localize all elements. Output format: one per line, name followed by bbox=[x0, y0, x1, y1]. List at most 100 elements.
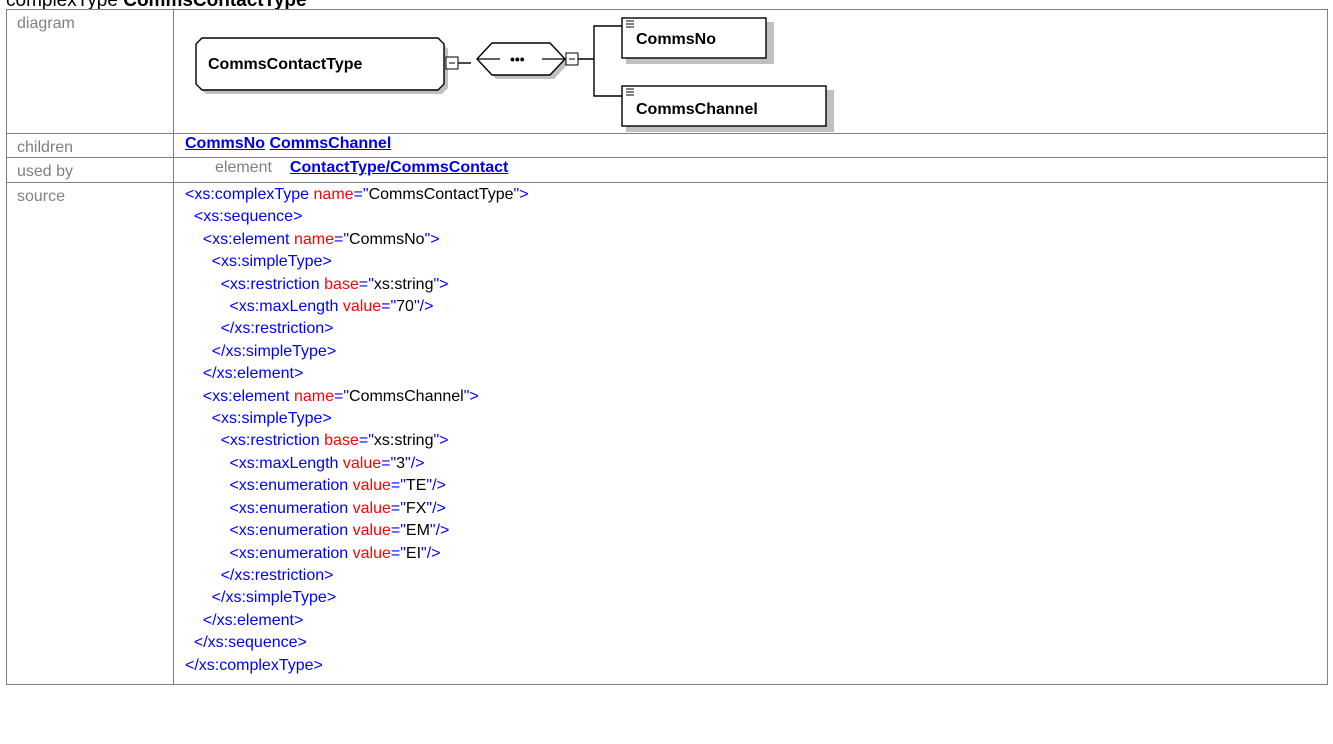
xml-punct: =" bbox=[333, 387, 350, 405]
source-line: </xs:simpleType> bbox=[185, 341, 1327, 363]
sequence-collapse-toggle[interactable] bbox=[565, 52, 579, 66]
schema-diagram-svg: CommsContactType ••• CommsNo CommsChanne… bbox=[195, 17, 834, 132]
xml-tag-close: > bbox=[293, 208, 303, 226]
source-line: </xs:element> bbox=[185, 610, 1327, 632]
source-line: <xs:element name="CommsChannel"> bbox=[185, 386, 1327, 408]
source-line: <xs:enumeration value="TE"/> bbox=[185, 475, 1327, 497]
xml-punct: =" bbox=[333, 230, 350, 248]
source-line: <xs:simpleType> bbox=[185, 408, 1327, 430]
xml-attr-value: CommsNo bbox=[349, 230, 425, 248]
source-row: source <xs:complexType name="CommsContac… bbox=[6, 182, 1328, 685]
source-line: <xs:enumeration value="EM"/> bbox=[185, 520, 1327, 542]
xml-tag-close: > bbox=[313, 656, 323, 674]
xml-attr-value: CommsContactType bbox=[368, 186, 514, 203]
xml-punct: =" bbox=[358, 432, 374, 450]
xml-punct: =" bbox=[390, 522, 406, 540]
source-line: <xs:enumeration value="EI"/> bbox=[185, 543, 1327, 565]
xml-attr-name: value bbox=[352, 499, 391, 517]
source-line: <xs:enumeration value="FX"/> bbox=[185, 498, 1327, 520]
source-code: <xs:complexType name="CommsContactType">… bbox=[185, 184, 1327, 677]
xml-attr-name: value bbox=[352, 522, 391, 540]
xml-tag: </xs:complexType bbox=[185, 656, 314, 674]
xml-tag: <xs:element bbox=[202, 230, 290, 248]
xml-tag: <xs:maxLength bbox=[229, 454, 339, 472]
xml-tag-close: > bbox=[322, 410, 332, 428]
xml-tag: </xs:simpleType bbox=[211, 589, 327, 607]
xml-attr-value: 3 bbox=[396, 454, 406, 472]
xml-punct: =" bbox=[358, 275, 374, 293]
used-by-row: used by element ContactType/CommsContact bbox=[6, 157, 1328, 183]
xml-tag-close: > bbox=[326, 342, 337, 360]
xml-tag: <xs:enumeration bbox=[229, 522, 349, 540]
xml-tag-close: /> bbox=[419, 298, 434, 316]
xml-attr-value: EI bbox=[405, 544, 422, 562]
xml-tag: </xs:simpleType bbox=[211, 342, 327, 360]
xml-attr-value: CommsChannel bbox=[349, 387, 464, 405]
used-by-label: used by bbox=[6, 157, 174, 183]
xml-tag-close: > bbox=[326, 589, 337, 607]
children-row: children CommsNo CommsChannel bbox=[6, 133, 1328, 158]
sequence-symbol: ••• bbox=[510, 51, 525, 67]
source-line: <xs:restriction base="xs:string"> bbox=[185, 430, 1327, 452]
complex-type-box[interactable]: CommsContactType bbox=[195, 37, 448, 94]
xml-attr-name: value bbox=[352, 477, 391, 495]
xml-punct: =" bbox=[390, 499, 406, 517]
schema-diagram: CommsContactType ••• CommsNo CommsChanne… bbox=[174, 10, 1327, 133]
xml-tag: <xs:sequence bbox=[193, 208, 294, 226]
xml-punct: =" bbox=[390, 477, 406, 495]
children-label: children bbox=[6, 133, 174, 158]
sequence-compositor[interactable]: ••• bbox=[476, 42, 569, 79]
xml-tag: <xs:simpleType bbox=[211, 253, 323, 271]
xml-attr-value: xs:string bbox=[373, 432, 434, 450]
xml-tag: <xs:enumeration bbox=[229, 477, 349, 495]
xml-tag: <xs:element bbox=[202, 387, 290, 405]
xml-attr-name: base bbox=[324, 432, 359, 450]
xml-punct: =" bbox=[381, 298, 397, 316]
diagram-label: diagram bbox=[6, 9, 174, 134]
source-label: source bbox=[6, 182, 174, 685]
complex-type-name: CommsContactType bbox=[208, 56, 362, 73]
xml-attr-value: xs:string bbox=[373, 275, 434, 293]
xml-tag-close: /> bbox=[432, 477, 446, 495]
xml-tag-close: > bbox=[324, 320, 334, 338]
used-by-cell: element ContactType/CommsContact bbox=[173, 157, 1328, 183]
documentation-table: diagram CommsContactType ••• CommsNo Com… bbox=[6, 9, 1328, 685]
element-box-commschannel[interactable]: CommsChannel bbox=[621, 85, 834, 132]
xml-tag: <xs:enumeration bbox=[229, 544, 349, 562]
xml-tag-close: /> bbox=[410, 454, 425, 472]
source-line: <xs:simpleType> bbox=[185, 251, 1327, 273]
xml-punct: =" bbox=[381, 454, 397, 472]
element-name-commschannel: CommsChannel bbox=[636, 101, 758, 118]
xml-tag: </xs:element bbox=[202, 611, 294, 629]
diagram-row: diagram CommsContactType ••• CommsNo Com… bbox=[6, 9, 1328, 134]
xml-attr-name: name bbox=[313, 186, 354, 203]
source-line: <xs:maxLength value="3"/> bbox=[185, 453, 1327, 475]
source-line: <xs:maxLength value="70"/> bbox=[185, 296, 1327, 318]
child-link-commschannel[interactable]: CommsChannel bbox=[269, 135, 391, 152]
xml-tag-close: > bbox=[469, 387, 479, 405]
xml-tag: <xs:complexType bbox=[185, 186, 310, 203]
element-box-commsno[interactable]: CommsNo bbox=[621, 17, 774, 64]
source-line: <xs:restriction base="xs:string"> bbox=[185, 274, 1327, 296]
element-name-commsno: CommsNo bbox=[636, 31, 716, 48]
xml-attr-name: value bbox=[342, 298, 382, 316]
child-link-commsno[interactable]: CommsNo bbox=[185, 135, 265, 152]
xml-tag-close: /> bbox=[426, 544, 441, 562]
xml-tag-close: > bbox=[297, 634, 307, 652]
used-by-kind: element bbox=[215, 159, 272, 176]
xml-tag-close: > bbox=[439, 432, 449, 450]
xml-attr-name: name bbox=[293, 387, 334, 405]
source-cell: <xs:complexType name="CommsContactType">… bbox=[173, 182, 1328, 685]
xml-tag-close: > bbox=[293, 611, 304, 629]
source-line: </xs:sequence> bbox=[185, 632, 1327, 654]
xml-tag-close: /> bbox=[435, 522, 450, 540]
xml-tag-close: > bbox=[322, 253, 332, 271]
type-collapse-toggle[interactable] bbox=[445, 56, 459, 70]
xml-attr-name: name bbox=[293, 230, 334, 248]
xml-attr-value: EM bbox=[405, 522, 430, 540]
xml-attr-name: base bbox=[324, 275, 359, 293]
xml-attr-name: value bbox=[342, 454, 382, 472]
xml-tag-close: > bbox=[439, 275, 449, 293]
used-by-link[interactable]: ContactType/CommsContact bbox=[290, 159, 508, 176]
xml-attr-value: TE bbox=[405, 477, 427, 495]
